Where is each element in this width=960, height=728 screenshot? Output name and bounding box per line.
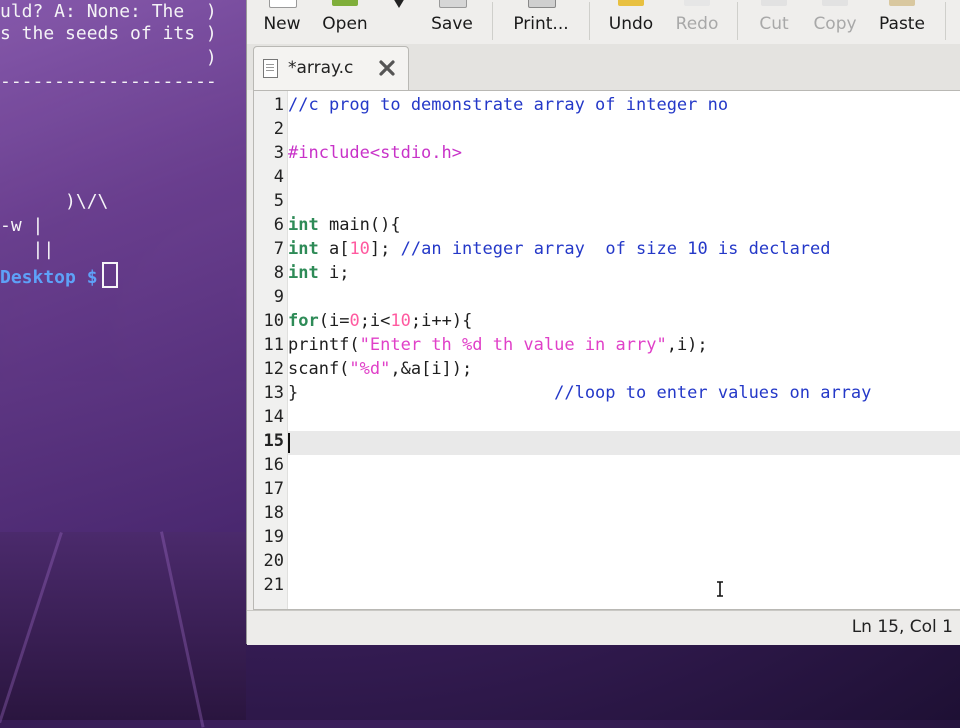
line-number: 14 bbox=[263, 407, 284, 427]
terminal-cursor bbox=[101, 262, 118, 288]
open-dropdown-button[interactable] bbox=[379, 0, 419, 44]
toolbar: New Open Save Print... Undo Redo Cut Cop… bbox=[247, 0, 960, 45]
save-disk-icon bbox=[439, 0, 467, 8]
line-number: 20 bbox=[263, 551, 284, 571]
save-button[interactable]: Save bbox=[419, 0, 485, 44]
tab-bar: *array.c bbox=[247, 44, 960, 91]
toolbar-separator bbox=[589, 2, 590, 40]
toolbar-separator bbox=[945, 2, 946, 40]
code-line: } //loop to enter values on array bbox=[288, 383, 872, 403]
redo-arrow-icon bbox=[684, 0, 710, 6]
new-label: New bbox=[263, 14, 301, 34]
current-line-highlight bbox=[288, 431, 960, 455]
undo-arrow-icon bbox=[618, 0, 644, 6]
line-number: 1 bbox=[273, 95, 284, 115]
cut-button[interactable]: Cut bbox=[747, 0, 801, 44]
code-line: //c prog to demonstrate array of integer… bbox=[288, 95, 729, 115]
tab-array-c[interactable]: *array.c bbox=[253, 46, 409, 91]
terminal-prompt-text: Desktop $ bbox=[0, 267, 98, 288]
line-number: 9 bbox=[273, 287, 284, 307]
ibeam-cursor-icon bbox=[717, 581, 723, 597]
code-line: int i; bbox=[288, 263, 350, 283]
line-number: 13 bbox=[263, 383, 284, 403]
clipboard-icon bbox=[889, 0, 915, 6]
copy-icon bbox=[822, 0, 848, 6]
undo-button[interactable]: Undo bbox=[599, 0, 663, 44]
terminal-line: ) bbox=[0, 47, 217, 68]
scissors-icon bbox=[761, 0, 787, 6]
cursor-position: Ln 15, Col 1 bbox=[851, 617, 953, 637]
undo-label: Undo bbox=[608, 14, 654, 34]
terminal-line: || bbox=[0, 239, 55, 260]
new-document-icon bbox=[269, 0, 297, 8]
text-editor-window: New Open Save Print... Undo Redo Cut Cop… bbox=[246, 0, 960, 645]
close-icon[interactable] bbox=[376, 57, 398, 79]
terminal-line: -------------------- bbox=[0, 71, 217, 92]
terminal-window[interactable]: uld? A: None: The ) s the seeds of its )… bbox=[0, 0, 246, 532]
code-line: scanf("%d",&a[i]); bbox=[288, 359, 473, 379]
save-label: Save bbox=[431, 14, 473, 34]
code-line: printf("Enter th %d th value in arry",i)… bbox=[288, 335, 708, 355]
status-bar: Ln 15, Col 1 bbox=[247, 610, 960, 645]
new-button[interactable]: New bbox=[253, 0, 311, 44]
line-number: 11 bbox=[263, 335, 284, 355]
line-number: 2 bbox=[273, 119, 284, 139]
code-line: int main(){ bbox=[288, 215, 401, 235]
line-number: 21 bbox=[263, 575, 284, 595]
line-number: 3 bbox=[273, 143, 284, 163]
line-number: 10 bbox=[263, 311, 284, 331]
printer-icon bbox=[528, 0, 556, 8]
print-button[interactable]: Print... bbox=[501, 0, 581, 44]
toolbar-separator bbox=[492, 2, 493, 40]
document-icon bbox=[263, 59, 278, 78]
line-number: 5 bbox=[273, 191, 284, 211]
cut-label: Cut bbox=[759, 14, 789, 34]
open-button[interactable]: Open bbox=[313, 0, 377, 44]
text-caret bbox=[288, 433, 290, 453]
line-number: 4 bbox=[273, 167, 284, 187]
terminal-line: s the seeds of its ) bbox=[0, 23, 217, 44]
toolbar-separator bbox=[737, 2, 738, 40]
terminal-line: )\/\ bbox=[0, 191, 109, 212]
desktop-floor bbox=[0, 531, 246, 728]
line-number: 12 bbox=[263, 359, 284, 379]
paste-button[interactable]: Paste bbox=[869, 0, 935, 44]
code-editor[interactable]: 1 2 3 4 5 6 7 8 9 10 11 12 13 14 15 16 1… bbox=[253, 90, 960, 610]
redo-button[interactable]: Redo bbox=[665, 0, 729, 44]
copy-label: Copy bbox=[813, 14, 857, 34]
code-line: int a[10]; //an integer array of size 10… bbox=[288, 239, 831, 259]
copy-button[interactable]: Copy bbox=[803, 0, 867, 44]
print-label: Print... bbox=[513, 14, 569, 34]
line-number: 18 bbox=[263, 503, 284, 523]
open-label: Open bbox=[322, 14, 368, 34]
line-number: 16 bbox=[263, 455, 284, 475]
paste-label: Paste bbox=[879, 14, 925, 34]
code-line: #include<stdio.h> bbox=[288, 143, 462, 163]
line-number-current: 15 bbox=[263, 431, 284, 451]
chevron-down-icon bbox=[394, 0, 404, 8]
line-number: 19 bbox=[263, 527, 284, 547]
line-number: 8 bbox=[273, 263, 284, 283]
tab-title: *array.c bbox=[288, 58, 354, 78]
line-number: 6 bbox=[273, 215, 284, 235]
terminal-line: uld? A: None: The ) bbox=[0, 1, 217, 22]
line-number: 17 bbox=[263, 479, 284, 499]
terminal-line: -w | bbox=[0, 215, 44, 236]
redo-label: Redo bbox=[675, 14, 719, 34]
terminal-prompt[interactable]: Desktop $ bbox=[0, 262, 118, 290]
open-folder-icon bbox=[332, 0, 358, 6]
line-number: 7 bbox=[273, 239, 284, 259]
code-line: for(i=0;i<10;i++){ bbox=[288, 311, 473, 331]
